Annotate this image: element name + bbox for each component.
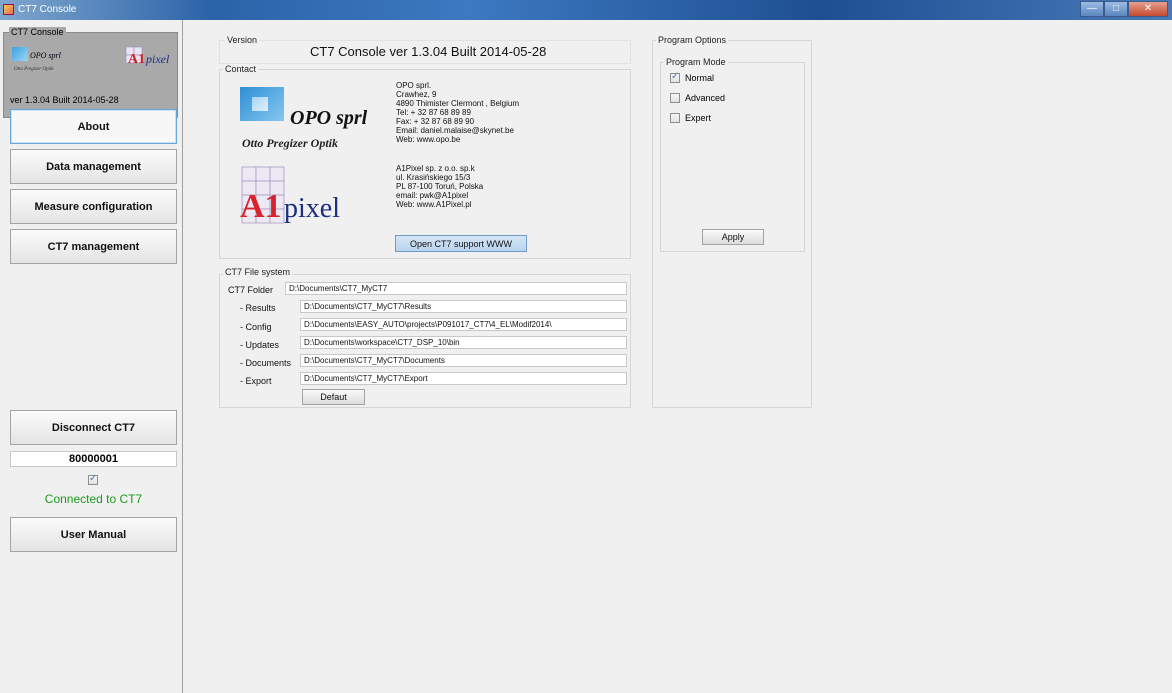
contact-line: PL 87-100 Toruń, Polska bbox=[396, 182, 484, 191]
normal-label: Normal bbox=[685, 73, 715, 83]
results-field[interactable]: D:\Documents\CT7_MyCT7\Results bbox=[300, 300, 627, 313]
maximize-button[interactable]: □ bbox=[1104, 1, 1128, 17]
ct7-folder-field[interactable]: D:\Documents\CT7_MyCT7 bbox=[285, 282, 627, 295]
program-mode-label: Program Mode bbox=[664, 57, 728, 67]
a1pixel-logo-icon: A1 pixel bbox=[125, 46, 170, 67]
sidebar-version: ver 1.3.04 Built 2014-05-28 bbox=[10, 95, 119, 105]
opo-logo-name: OPO sprl bbox=[290, 107, 368, 129]
opo-mini-subtitle: Otto Pregizer Optik bbox=[14, 67, 54, 72]
version-group-label: Version bbox=[225, 35, 260, 45]
title-bar: CT7 Console — □ ✕ bbox=[0, 0, 1172, 20]
ct7-management-button[interactable]: CT7 management bbox=[10, 229, 177, 264]
about-button[interactable]: About bbox=[10, 109, 177, 144]
opo-mini-text: OPO sprl bbox=[30, 51, 61, 60]
export-field[interactable]: D:\Documents\CT7_MyCT7\Export bbox=[300, 372, 627, 385]
mode-advanced-option[interactable]: Advanced bbox=[670, 93, 725, 103]
svg-text:pixel: pixel bbox=[284, 193, 340, 224]
contact-line: Web: www.A1Pixel.pl bbox=[396, 200, 472, 209]
advanced-label: Advanced bbox=[685, 93, 726, 103]
contact-line: Crawhez, 9 bbox=[396, 90, 437, 99]
user-manual-button[interactable]: User Manual bbox=[10, 517, 177, 552]
sidebar-logo-group: CT7 Console OPO sprl Otto Pregizer Optik… bbox=[3, 27, 178, 118]
a1pixel-contact-block: A1Pixel sp. z o.o. sp.k ul. Krasińskiego… bbox=[396, 164, 483, 209]
opo-logo-icon bbox=[12, 47, 28, 61]
close-button[interactable]: ✕ bbox=[1128, 1, 1168, 17]
opo-contact-block: OPO sprl. Crawhez, 9 4890 Thimister Cler… bbox=[396, 81, 519, 144]
window-controls: — □ ✕ bbox=[1080, 1, 1168, 17]
results-label: - Results bbox=[240, 303, 276, 313]
normal-checkbox[interactable] bbox=[670, 71, 680, 83]
contact-line: 4890 Thimister Clermont , Belgium bbox=[396, 99, 520, 108]
documents-field[interactable]: D:\Documents\CT7_MyCT7\Documents bbox=[300, 354, 627, 367]
documents-label: - Documents bbox=[240, 358, 292, 368]
data-management-button[interactable]: Data management bbox=[10, 149, 177, 184]
window-title: CT7 Console bbox=[18, 4, 77, 15]
opo-logo-subtitle: Otto Pregizer Optik bbox=[242, 136, 338, 150]
program-mode-group bbox=[660, 62, 805, 252]
updates-label: - Updates bbox=[240, 340, 280, 350]
program-options-label: Program Options bbox=[656, 35, 729, 45]
contact-line: email: pwk@A1pixel bbox=[396, 191, 469, 200]
open-support-www-button[interactable]: Open CT7 support WWW bbox=[395, 235, 527, 252]
opo-logo-text: OPO sprl bbox=[290, 107, 367, 130]
connected-checkbox[interactable] bbox=[88, 473, 98, 485]
mode-expert-option[interactable]: Expert bbox=[670, 113, 711, 123]
measure-configuration-button[interactable]: Measure configuration bbox=[10, 189, 177, 224]
sidebar: CT7 Console OPO sprl Otto Pregizer Optik… bbox=[0, 20, 183, 693]
file-system-group-label: CT7 File system bbox=[223, 267, 293, 277]
contact-line: Tel: + 32 87 68 89 89 bbox=[396, 108, 471, 117]
expert-checkbox[interactable] bbox=[670, 113, 680, 123]
disconnect-button[interactable]: Disconnect CT7 bbox=[10, 410, 177, 445]
config-field[interactable]: D:\Documents\EASY_AUTO\projects\P091017_… bbox=[300, 318, 627, 331]
export-label: - Export bbox=[240, 376, 272, 386]
contact-line: OPO sprl. bbox=[396, 81, 432, 90]
contact-group-label: Contact bbox=[223, 64, 259, 74]
app-icon bbox=[3, 4, 14, 15]
apply-button[interactable]: Apply bbox=[702, 229, 764, 245]
default-button[interactable]: Defaut bbox=[302, 389, 365, 405]
connection-status: Connected to CT7 bbox=[44, 492, 143, 506]
contact-line: Fax: + 32 87 68 89 90 bbox=[396, 117, 475, 126]
version-title: CT7 Console ver 1.3.04 Built 2014-05-28 bbox=[310, 44, 547, 59]
svg-text:A1: A1 bbox=[128, 52, 145, 67]
contact-line: Web: www.opo.be bbox=[396, 135, 461, 144]
svg-text:pixel: pixel bbox=[145, 52, 170, 66]
opo-logo bbox=[240, 87, 284, 121]
contact-line: ul. Krasińskiego 15/3 bbox=[396, 173, 471, 182]
serial-number-field[interactable]: 80000001 bbox=[10, 451, 177, 467]
updates-field[interactable]: D:\Documents\workspace\CT7_DSP_10\bin bbox=[300, 336, 627, 349]
sidebar-group-title: CT7 Console bbox=[9, 27, 66, 37]
config-label: - Config bbox=[240, 322, 272, 332]
minimize-button[interactable]: — bbox=[1080, 1, 1104, 17]
a1pixel-logo: A1 pixel bbox=[240, 166, 340, 225]
contact-line: A1Pixel sp. z o.o. sp.k bbox=[396, 164, 475, 173]
contact-line: Email: daniel.malaise@skynet.be bbox=[396, 126, 514, 135]
ct7-folder-label: CT7 Folder bbox=[228, 285, 274, 295]
svg-text:A1: A1 bbox=[240, 188, 282, 225]
mode-normal-option[interactable]: Normal bbox=[670, 71, 715, 83]
expert-label: Expert bbox=[685, 113, 712, 123]
advanced-checkbox[interactable] bbox=[670, 93, 680, 103]
